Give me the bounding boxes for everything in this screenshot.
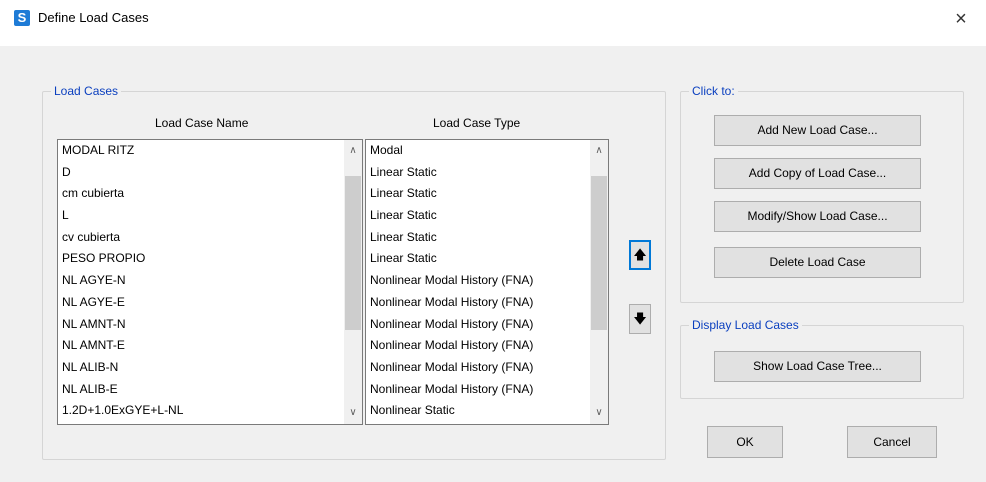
modify-show-load-case-button[interactable]: Modify/Show Load Case... <box>714 201 921 232</box>
scroll-down-icon[interactable]: ∨ <box>344 404 362 422</box>
ok-button[interactable]: OK <box>707 426 783 458</box>
load-case-type-item[interactable]: Nonlinear Modal History (FNA) <box>366 379 608 401</box>
load-case-name-item[interactable]: NL AGYE-E <box>58 292 362 314</box>
move-up-button[interactable]: 🡅 <box>629 240 651 270</box>
window-title: Define Load Cases <box>38 10 149 25</box>
load-case-name-item[interactable]: cm cubierta <box>58 183 362 205</box>
dialog-body: Load Cases Load Case Name Load Case Type… <box>0 46 986 482</box>
load-case-name-item[interactable]: NL AMNT-N <box>58 314 362 336</box>
type-list-scrollbar[interactable]: ∧ ∨ <box>590 140 608 424</box>
scroll-thumb[interactable] <box>345 176 361 330</box>
arrow-up-icon: 🡅 <box>633 247 647 262</box>
scroll-thumb[interactable] <box>591 176 607 330</box>
delete-load-case-button[interactable]: Delete Load Case <box>714 247 921 278</box>
load-cases-group: Load Cases Load Case Name Load Case Type… <box>42 84 666 460</box>
load-case-name-item[interactable]: NL AMNT-E <box>58 335 362 357</box>
click-to-group: Click to: Add New Load Case... Add Copy … <box>680 84 964 303</box>
app-logo-icon: S <box>14 10 30 26</box>
close-icon[interactable]: × <box>946 6 976 32</box>
add-copy-load-case-button[interactable]: Add Copy of Load Case... <box>714 158 921 189</box>
name-rows: MODAL RITZ Dcm cubierta Lcv cubierta PESO P… <box>58 140 362 422</box>
load-case-name-item[interactable]: NL AGYE-N <box>58 270 362 292</box>
load-case-name-item[interactable]: MODAL RITZ <box>58 140 362 162</box>
load-case-type-item[interactable]: Linear Static <box>366 205 608 227</box>
load-case-type-item[interactable]: Linear Static <box>366 227 608 249</box>
load-case-type-item[interactable]: Nonlinear Modal History (FNA) <box>366 292 608 314</box>
arrow-down-icon: 🡇 <box>633 311 647 326</box>
load-case-name-item[interactable]: NL ALIB-N <box>58 357 362 379</box>
load-case-name-item[interactable]: L <box>58 205 362 227</box>
show-load-case-tree-button[interactable]: Show Load Case Tree... <box>714 351 921 382</box>
scroll-up-icon[interactable]: ∧ <box>344 142 362 160</box>
load-case-name-item[interactable]: NL ALIB-E <box>58 379 362 401</box>
load-case-type-list[interactable]: Modal Linear Static Linear Static Linear St… <box>365 139 609 425</box>
load-case-type-item[interactable]: Nonlinear Modal History (FNA) <box>366 335 608 357</box>
load-case-type-item[interactable]: Nonlinear Modal History (FNA) <box>366 357 608 379</box>
load-case-type-item[interactable]: Modal <box>366 140 608 162</box>
scroll-down-icon[interactable]: ∨ <box>590 404 608 422</box>
load-cases-group-label: Load Cases <box>51 84 122 98</box>
name-list-scrollbar[interactable]: ∧ ∨ <box>344 140 362 424</box>
load-case-type-item[interactable]: Nonlinear Modal History (FNA) <box>366 314 608 336</box>
load-case-name-list[interactable]: MODAL RITZ Dcm cubierta Lcv cubierta PESO P… <box>57 139 363 425</box>
title-bar: S Define Load Cases × <box>0 0 986 42</box>
click-to-group-label: Click to: <box>689 84 738 98</box>
load-case-type-item[interactable]: Linear Static <box>366 183 608 205</box>
display-load-cases-group: Display Load Cases Show Load Case Tree..… <box>680 318 964 399</box>
cancel-button[interactable]: Cancel <box>847 426 937 458</box>
load-case-type-item[interactable]: Linear Static <box>366 248 608 270</box>
scroll-up-icon[interactable]: ∧ <box>590 142 608 160</box>
load-case-name-item[interactable]: D <box>58 162 362 184</box>
load-case-type-header: Load Case Type <box>433 116 521 130</box>
type-rows: Modal Linear Static Linear Static Linear St… <box>366 140 608 422</box>
load-case-name-header: Load Case Name <box>155 116 249 130</box>
load-case-name-item[interactable]: 1.2D+1.0ExGYE+L-NL <box>58 400 362 422</box>
move-down-button[interactable]: 🡇 <box>629 304 651 334</box>
load-case-type-item[interactable]: Linear Static <box>366 162 608 184</box>
load-case-type-item[interactable]: Nonlinear Modal History (FNA) <box>366 270 608 292</box>
load-case-name-item[interactable]: PESO PROPIO <box>58 248 362 270</box>
load-case-name-item[interactable]: cv cubierta <box>58 227 362 249</box>
load-case-type-item[interactable]: Nonlinear Static <box>366 400 608 422</box>
add-new-load-case-button[interactable]: Add New Load Case... <box>714 115 921 146</box>
display-load-cases-group-label: Display Load Cases <box>689 318 802 332</box>
